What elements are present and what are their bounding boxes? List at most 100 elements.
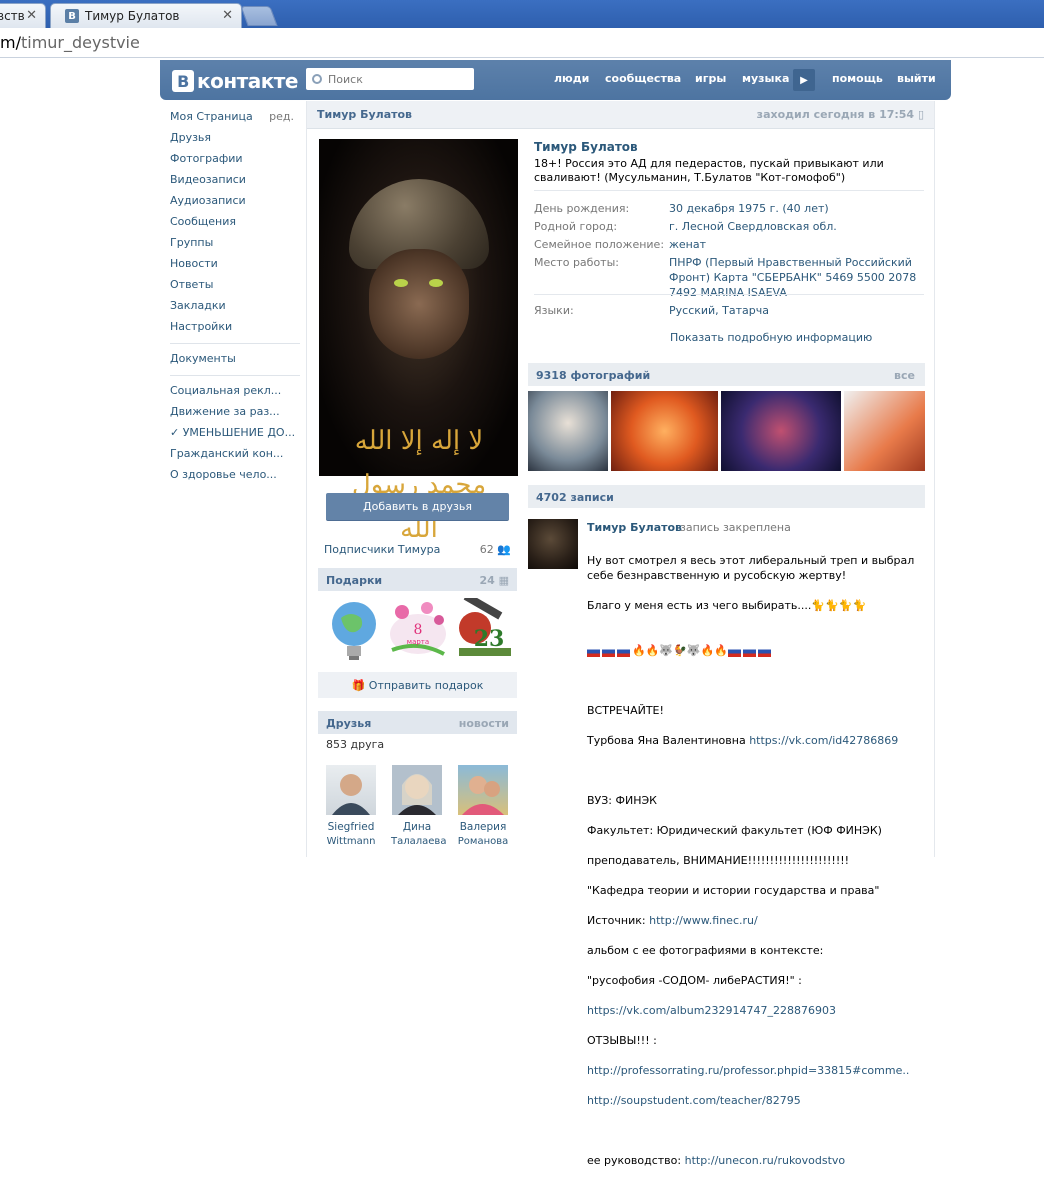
- nav-people[interactable]: люди: [554, 72, 589, 85]
- search-icon: [312, 74, 322, 84]
- nav-help[interactable]: помощь: [832, 72, 883, 85]
- edit-link[interactable]: ред.: [269, 108, 294, 125]
- nav-logout[interactable]: выйти: [897, 72, 936, 85]
- profile-status: 18+! Россия это АД для педерастов, пуска…: [534, 157, 884, 184]
- profile-panel: Тимур Булатов заходил сегодня в 17:54 ▯ …: [306, 101, 935, 1167]
- gift-march8-icon[interactable]: 8 марта: [387, 598, 449, 664]
- info-label: Родной город:: [534, 220, 618, 233]
- menu-app[interactable]: Движение за раз...: [170, 403, 300, 424]
- play-icon[interactable]: ▶: [793, 69, 815, 91]
- gift-23-february-icon[interactable]: 23: [453, 592, 515, 664]
- menu-documents[interactable]: Документы: [170, 350, 300, 371]
- info-value[interactable]: Русский, Татарча: [669, 303, 924, 318]
- menu-videos[interactable]: Видеозаписи: [170, 171, 300, 192]
- friends-header[interactable]: Друзья новости: [318, 711, 517, 734]
- people-icon: 👥: [497, 543, 511, 556]
- menu-app[interactable]: О здоровье чело...: [170, 466, 300, 487]
- friend-item[interactable]: Дина Талалаева: [391, 765, 446, 847]
- photo-thumbnail[interactable]: [721, 391, 841, 471]
- friend-item[interactable]: Валерия Романова: [457, 765, 509, 847]
- add-friend-button[interactable]: Добавить в друзья: [326, 493, 509, 521]
- subscribers-link[interactable]: Подписчики Тимура 62 👥: [324, 543, 511, 556]
- eye-shape: [429, 279, 443, 287]
- info-value[interactable]: 30 декабря 1975 г. (40 лет): [669, 201, 924, 216]
- browser-tab-previous[interactable]: вств ✕: [0, 3, 46, 28]
- gift-lightbulb-icon[interactable]: [323, 598, 385, 664]
- info-label: Место работы:: [534, 256, 619, 269]
- post-link[interactable]: https://vk.com/id42786869: [749, 734, 898, 747]
- menu-groups[interactable]: Группы: [170, 234, 300, 255]
- menu-app[interactable]: Гражданский кон...: [170, 445, 300, 466]
- friends-count: 853 друга: [326, 738, 385, 751]
- search-placeholder: Поиск: [328, 72, 363, 86]
- menu-divider: [170, 343, 300, 344]
- friend-item[interactable]: Siegfried Wittmann: [325, 765, 377, 847]
- menu-audio[interactable]: Аудиозаписи: [170, 192, 300, 213]
- menu-photos[interactable]: Фотографии: [170, 150, 300, 171]
- show-more-info-link[interactable]: Показать подробную информацию: [670, 331, 872, 344]
- vk-logo[interactable]: В контакте: [172, 69, 298, 93]
- profile-header-bar: Тимур Булатов заходил сегодня в 17:54 ▯: [307, 101, 934, 129]
- friends-news-link[interactable]: новости: [459, 717, 509, 730]
- post-link[interactable]: http://professorrating.ru/professor.phpi…: [587, 1064, 909, 1077]
- info-value[interactable]: г. Лесной Свердловская обл.: [669, 219, 924, 234]
- menu-messages[interactable]: Сообщения: [170, 213, 300, 234]
- gifts-count: 24: [479, 574, 495, 587]
- friend-avatar: [458, 765, 508, 815]
- vk-logo-icon: В: [172, 70, 194, 92]
- post-link[interactable]: https://vk.com/album232914747_228876903: [587, 1004, 836, 1017]
- vk-header: В контакте Поиск люди сообщества игры му…: [160, 60, 951, 100]
- new-tab-button[interactable]: [240, 6, 278, 26]
- photos-header[interactable]: 9318 фотографий все: [528, 363, 925, 386]
- tab-label: вств: [0, 9, 25, 23]
- menu-settings[interactable]: Настройки: [170, 318, 300, 339]
- vk-favicon-icon: В: [65, 9, 79, 23]
- post-author[interactable]: Тимур Булатов: [587, 521, 682, 534]
- nav-music[interactable]: музыка: [742, 72, 789, 85]
- photo-thumbnail[interactable]: [611, 391, 718, 471]
- info-label: День рождения:: [534, 202, 630, 215]
- menu-bookmarks[interactable]: Закладки: [170, 297, 300, 318]
- photos-all-link[interactable]: все: [894, 369, 915, 382]
- post-pinned-label: запись закреплена: [680, 521, 791, 534]
- url-text: m/timur_deystvie: [0, 33, 140, 52]
- nav-games[interactable]: игры: [695, 72, 726, 85]
- photo-thumbnail[interactable]: [844, 391, 925, 471]
- menu-app[interactable]: ✓ УМЕНЬШЕНИЕ ДО...: [170, 424, 300, 445]
- browser-tab-active[interactable]: В Тимур Булатов ✕: [50, 3, 242, 28]
- eye-shape: [394, 279, 408, 287]
- menu-app[interactable]: Социальная рекл...: [170, 382, 300, 403]
- close-icon[interactable]: ✕: [222, 8, 233, 23]
- profile-avatar[interactable]: لا إله إلا الله محمد رسول الله: [319, 139, 518, 544]
- divider: [534, 294, 924, 295]
- send-gift-button[interactable]: 🎁 Отправить подарок: [318, 672, 517, 698]
- mobile-icon: ▯: [917, 108, 924, 121]
- address-bar[interactable]: m/timur_deystvie: [0, 28, 1044, 58]
- post-author-avatar[interactable]: [528, 519, 578, 569]
- post-link[interactable]: http://unecon.ru/rukovodstvo: [685, 1154, 846, 1167]
- menu-my-page[interactable]: Моя Страница ред.: [170, 108, 300, 129]
- search-input[interactable]: Поиск: [306, 68, 474, 90]
- left-menu: Моя Страница ред. Друзья Фотографии Видео…: [170, 108, 300, 487]
- photo-thumbnail[interactable]: [528, 391, 608, 471]
- nav-communities[interactable]: сообщества: [605, 72, 681, 85]
- browser-tab-bar: вств ✕ В Тимур Булатов ✕: [0, 0, 1044, 28]
- last-seen: заходил сегодня в 17:54 ▯: [756, 108, 924, 121]
- gifts-header[interactable]: Подарки 24 ▦: [318, 568, 517, 591]
- gift-icon: ▦: [498, 574, 509, 587]
- divider: [534, 190, 924, 191]
- post-link[interactable]: http://www.finec.ru/: [649, 914, 758, 927]
- friend-avatar: [326, 765, 376, 815]
- logo-text: контакте: [197, 69, 298, 93]
- friend-avatar: [392, 765, 442, 815]
- menu-friends[interactable]: Друзья: [170, 129, 300, 150]
- info-value[interactable]: женат: [669, 237, 924, 252]
- wall-header: 4702 записи: [528, 485, 925, 508]
- subscribers-count: 62: [479, 543, 494, 556]
- menu-divider: [170, 375, 300, 376]
- menu-answers[interactable]: Ответы: [170, 276, 300, 297]
- post-link[interactable]: http://soupstudent.com/teacher/82795: [587, 1094, 801, 1107]
- post-body: Ну вот смотрел я весь этот либеральный т…: [587, 538, 917, 1183]
- menu-news[interactable]: Новости: [170, 255, 300, 276]
- close-icon[interactable]: ✕: [26, 8, 37, 23]
